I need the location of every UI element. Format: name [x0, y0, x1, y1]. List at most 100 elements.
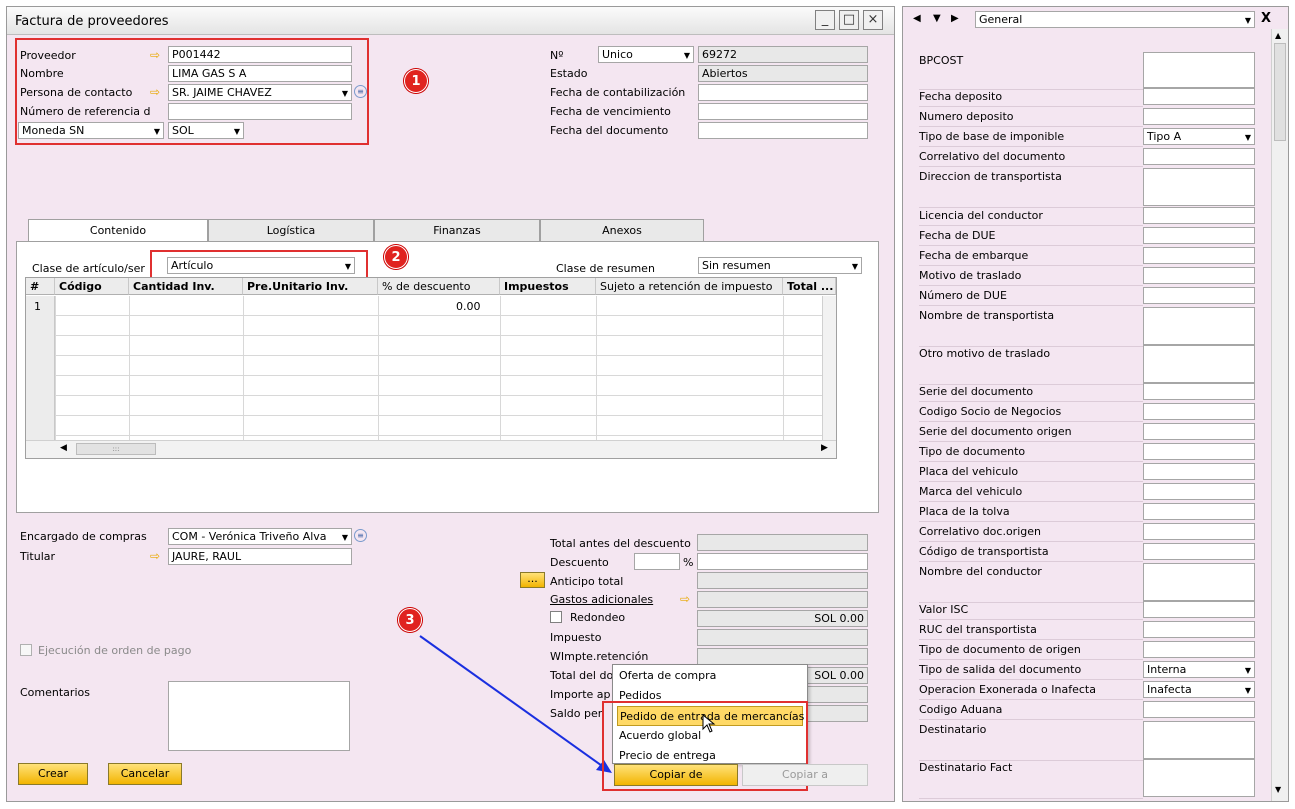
- column-header[interactable]: Pre.Unitario Inv.: [243, 278, 378, 295]
- serie-dropdown[interactable]: Unico: [598, 46, 694, 63]
- scroll-thumb[interactable]: [1274, 43, 1286, 141]
- user-field-input[interactable]: [1143, 701, 1255, 718]
- list-icon[interactable]: ≡: [354, 85, 367, 98]
- link-arrow-icon[interactable]: ⇨: [150, 550, 164, 562]
- user-field-input[interactable]: [1143, 543, 1255, 560]
- anticipo-button[interactable]: ...: [520, 572, 545, 588]
- vertical-scrollbar[interactable]: [822, 296, 836, 440]
- user-field-input[interactable]: [1143, 621, 1255, 638]
- user-field-input[interactable]: [1143, 207, 1255, 224]
- user-field-input[interactable]: [1143, 88, 1255, 105]
- fecha-contabilizacion-field[interactable]: [698, 84, 868, 101]
- ejecucion-checkbox[interactable]: [20, 644, 32, 656]
- user-field-input[interactable]: [1143, 523, 1255, 540]
- user-field-input[interactable]: [1143, 108, 1255, 125]
- column-header[interactable]: Cantidad Inv.: [129, 278, 243, 295]
- column-header[interactable]: Sujeto a retención de impuesto: [596, 278, 783, 295]
- user-field-input[interactable]: [1143, 247, 1255, 264]
- prev-icon[interactable]: ◀: [913, 13, 921, 24]
- gastos-field: [697, 591, 868, 608]
- tab-finanzas[interactable]: Finanzas: [374, 219, 540, 241]
- link-arrow-icon[interactable]: ⇨: [150, 49, 164, 61]
- tab-logistica[interactable]: Logística: [208, 219, 374, 241]
- pointer-arrow: [419, 635, 612, 773]
- user-field-dropdown[interactable]: Interna: [1143, 661, 1255, 678]
- row-divider: [919, 305, 1143, 306]
- next-icon[interactable]: ▶: [951, 13, 959, 24]
- list-icon[interactable]: ≡: [354, 529, 367, 542]
- scroll-right-icon[interactable]: ▶: [821, 443, 828, 453]
- nombre-field[interactable]: LIMA GAS S A: [168, 65, 352, 82]
- tab-contenido[interactable]: Contenido: [28, 219, 208, 241]
- fecha-vencimiento-label: Fecha de vencimiento: [550, 105, 671, 118]
- category-dropdown[interactable]: General: [975, 11, 1255, 28]
- proveedor-field[interactable]: P001442: [168, 46, 352, 63]
- clase-articulo-dropdown[interactable]: Artículo: [167, 257, 355, 274]
- menu-item-oferta[interactable]: Oferta de compra: [617, 666, 716, 686]
- total-antes-label: Total antes del descuento: [550, 537, 691, 550]
- minimize-button[interactable]: _: [815, 10, 835, 30]
- cancelar-button[interactable]: Cancelar: [108, 763, 182, 785]
- user-field-input[interactable]: [1143, 641, 1255, 658]
- user-field-input[interactable]: [1143, 383, 1255, 400]
- user-field-input[interactable]: [1143, 287, 1255, 304]
- link-arrow-icon[interactable]: ⇨: [680, 593, 694, 605]
- user-field-input[interactable]: [1143, 463, 1255, 480]
- user-field-input[interactable]: [1143, 267, 1255, 284]
- column-header[interactable]: Total ...: [783, 278, 836, 295]
- user-field-input[interactable]: [1143, 423, 1255, 440]
- user-field-input[interactable]: [1143, 168, 1255, 206]
- copiar-a-button[interactable]: Copiar a: [742, 764, 868, 786]
- scroll-up-icon[interactable]: ▲: [1275, 31, 1281, 40]
- user-field-input[interactable]: [1143, 52, 1255, 88]
- tab-anexos[interactable]: Anexos: [540, 219, 704, 241]
- numero-label: Nº: [550, 49, 564, 62]
- user-field-input[interactable]: [1143, 759, 1255, 797]
- user-field-input[interactable]: [1143, 345, 1255, 383]
- moneda-sn-dropdown[interactable]: Moneda SN: [18, 122, 164, 139]
- user-field-input[interactable]: [1143, 307, 1255, 345]
- titular-field[interactable]: JAURE, RAUL: [168, 548, 352, 565]
- column-header[interactable]: #: [26, 278, 55, 295]
- user-field-label: Tipo de documento: [919, 445, 1026, 458]
- contacto-dropdown[interactable]: SR. JAIME CHAVEZ: [168, 84, 352, 101]
- scroll-left-icon[interactable]: ◀: [60, 443, 67, 453]
- encargado-dropdown[interactable]: COM - Verónica Triveño Alva: [168, 528, 352, 545]
- user-field-input[interactable]: [1143, 601, 1255, 618]
- moneda-dropdown[interactable]: SOL: [168, 122, 244, 139]
- user-field-input[interactable]: [1143, 721, 1255, 759]
- close-button[interactable]: ×: [863, 10, 883, 30]
- descuento-percent-field[interactable]: [634, 553, 680, 570]
- crear-button[interactable]: Crear: [18, 763, 88, 785]
- horizontal-scrollbar[interactable]: ◀ ::: ▶: [26, 440, 836, 458]
- fecha-vencimiento-field[interactable]: [698, 103, 868, 120]
- column-divider: [596, 296, 597, 440]
- column-header[interactable]: Código: [55, 278, 129, 295]
- clase-resumen-dropdown[interactable]: Sin resumen: [698, 257, 862, 274]
- fecha-documento-field[interactable]: [698, 122, 868, 139]
- user-field-input[interactable]: [1143, 503, 1255, 520]
- descuento-cell[interactable]: 0.00: [456, 300, 481, 313]
- column-header[interactable]: % de descuento: [378, 278, 500, 295]
- comentarios-textarea[interactable]: [168, 681, 350, 751]
- column-header[interactable]: Impuestos: [500, 278, 596, 295]
- user-field-input[interactable]: [1143, 148, 1255, 165]
- maximize-button[interactable]: □: [839, 10, 859, 30]
- user-field-dropdown[interactable]: Tipo A: [1143, 128, 1255, 145]
- user-field-input[interactable]: [1143, 563, 1255, 601]
- link-arrow-icon[interactable]: ⇨: [150, 86, 164, 98]
- referencia-field[interactable]: [168, 103, 352, 120]
- descuento-field[interactable]: [697, 553, 868, 570]
- scroll-down-icon[interactable]: ▼: [1275, 785, 1281, 794]
- user-field-input[interactable]: [1143, 443, 1255, 460]
- user-field-input[interactable]: [1143, 483, 1255, 500]
- user-field-input[interactable]: [1143, 403, 1255, 420]
- scroll-thumb[interactable]: :::: [76, 443, 156, 455]
- vertical-scrollbar[interactable]: ▲ ▼: [1271, 29, 1288, 801]
- user-field-input[interactable]: [1143, 227, 1255, 244]
- copiar-de-button[interactable]: Copiar de: [614, 764, 738, 786]
- close-icon[interactable]: X: [1261, 11, 1271, 26]
- user-field-dropdown[interactable]: Inafecta: [1143, 681, 1255, 698]
- chevron-down-icon[interactable]: ▼: [933, 13, 941, 24]
- clase-resumen-label: Clase de resumen: [556, 262, 655, 275]
